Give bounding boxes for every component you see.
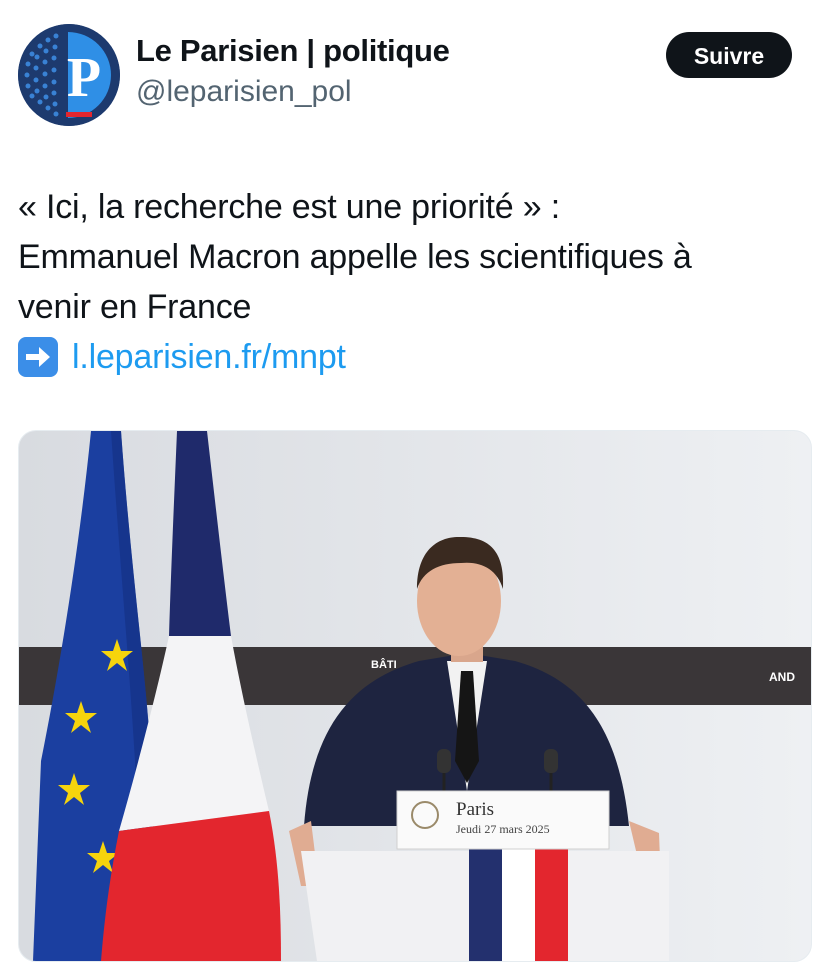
tweet-link-line: l.leparisien.fr/mnpt xyxy=(18,332,808,382)
le-parisien-logo-icon: P xyxy=(18,24,120,126)
podium-date-text: Jeudi 27 mars 2025 xyxy=(456,822,550,836)
tweet-line-1: « Ici, la recherche est une priorité » : xyxy=(18,188,560,226)
podium-city-text: Paris xyxy=(456,799,494,820)
banner-text-right: AND xyxy=(769,670,795,684)
account-handle[interactable]: @leparisien_pol xyxy=(136,72,450,112)
right-arrow-icon xyxy=(18,337,58,377)
tweet-line-2: Emmanuel Macron appelle les scientifique… xyxy=(18,238,692,276)
display-name[interactable]: Le Parisien | politique xyxy=(136,32,450,70)
banner-text-left: BÂTI xyxy=(371,658,397,671)
account-names: Le Parisien | politique @leparisien_pol xyxy=(136,32,450,112)
svg-text:P: P xyxy=(67,47,101,109)
photo-macron-speech: BÂTI AND Paris Jeudi 27 mars 2025 xyxy=(19,431,811,961)
tweet-text: « Ici, la recherche est une priorité » :… xyxy=(18,182,808,382)
tweet-line-3: venir en France xyxy=(18,288,252,326)
account-avatar[interactable]: P xyxy=(18,24,120,126)
tweet-header: P Le Parisien | politique @leparisien_po… xyxy=(18,24,810,128)
article-link[interactable]: l.leparisien.fr/mnpt xyxy=(72,332,346,382)
tweet-photo[interactable]: BÂTI AND Paris Jeudi 27 mars 2025 xyxy=(18,430,812,962)
follow-button[interactable]: Suivre xyxy=(666,32,792,78)
